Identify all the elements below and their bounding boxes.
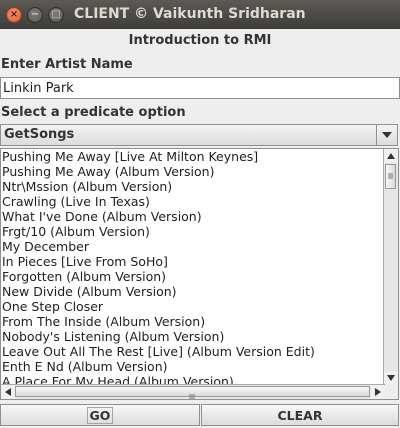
list-item[interactable]: What I've Done (Album Version): [2, 209, 382, 224]
list-item[interactable]: My December: [2, 239, 382, 254]
vertical-scroll-thumb[interactable]: [385, 164, 396, 189]
results-list[interactable]: Pushing Me Away [Live At Milton Keynes] P…: [0, 148, 399, 400]
predicate-label: Select a predicate option: [1, 105, 186, 120]
scroll-right-icon[interactable]: [371, 385, 385, 399]
close-icon[interactable]: ×: [6, 7, 22, 23]
clear-button[interactable]: CLEAR: [201, 404, 399, 426]
chevron-down-icon[interactable]: [376, 125, 397, 145]
list-item[interactable]: One Step Closer: [2, 299, 382, 314]
title-bar: × − □ CLIENT © Vaikunth Sridharan: [0, 0, 400, 29]
scrollbar-corner: [384, 385, 398, 399]
list-item[interactable]: Frgt/10 (Album Version): [2, 224, 382, 239]
results-list-items: Pushing Me Away [Live At Milton Keynes] P…: [2, 149, 382, 389]
list-item[interactable]: Forgotten (Album Version): [2, 269, 382, 284]
go-button[interactable]: GO: [0, 404, 200, 426]
list-item[interactable]: Enth E Nd (Album Version): [2, 359, 382, 374]
minimize-icon[interactable]: −: [27, 7, 43, 23]
list-item[interactable]: Ntr\Mssion (Album Version): [2, 179, 382, 194]
window-title: CLIENT © Vaikunth Sridharan: [74, 6, 306, 22]
go-button-label: GO: [86, 406, 114, 424]
scroll-down-icon[interactable]: [384, 371, 398, 385]
list-item[interactable]: Nobody's Listening (Album Version): [2, 329, 382, 344]
list-item[interactable]: Crawling (Live In Texas): [2, 194, 382, 209]
scroll-up-icon[interactable]: [384, 149, 398, 163]
maximize-icon[interactable]: □: [48, 7, 64, 23]
artist-label: Enter Artist Name: [1, 57, 133, 72]
scroll-left-icon[interactable]: [1, 385, 15, 399]
horizontal-scroll-thumb[interactable]: [15, 386, 370, 399]
artist-input[interactable]: [0, 77, 400, 99]
list-item[interactable]: In Pieces [Live From SoHo]: [2, 254, 382, 269]
page-heading: Introduction to RMI: [128, 33, 272, 48]
list-item[interactable]: New Divide (Album Version): [2, 284, 382, 299]
list-item[interactable]: From The Inside (Album Version): [2, 314, 382, 329]
vertical-scrollbar[interactable]: [383, 149, 398, 385]
list-item[interactable]: Pushing Me Away [Live At Milton Keynes]: [2, 149, 382, 164]
predicate-selected-value: GetSongs: [4, 127, 75, 142]
horizontal-scrollbar[interactable]: [1, 384, 385, 399]
list-item[interactable]: Leave Out All The Rest [Live] (Album Ver…: [2, 344, 382, 359]
predicate-dropdown[interactable]: GetSongs: [0, 124, 398, 146]
list-item[interactable]: Pushing Me Away (Album Version): [2, 164, 382, 179]
